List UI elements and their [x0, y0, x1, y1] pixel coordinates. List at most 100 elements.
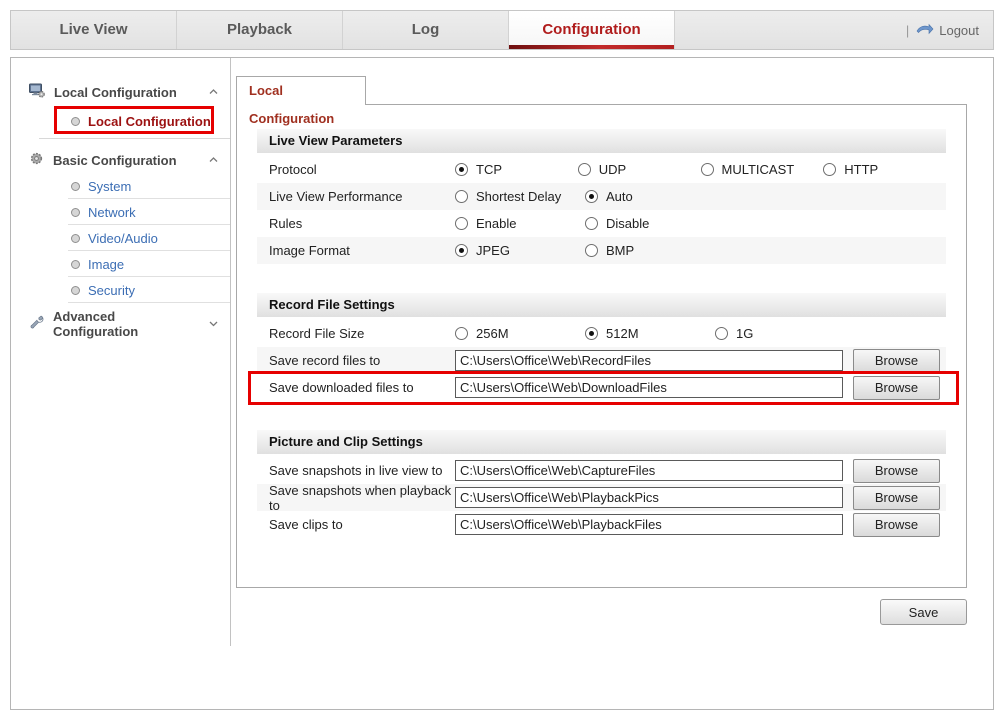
- radio-label: 256M: [476, 326, 509, 341]
- row-save-snapshots-live-view: Save snapshots in live view to Browse: [257, 457, 946, 484]
- logout-button[interactable]: Logout: [916, 23, 979, 38]
- main-content-box: Live View Parameters Protocol TCP UDP MU…: [236, 104, 967, 588]
- nav-right-area: | Logout: [906, 11, 993, 49]
- sidebar-item-label: Image: [88, 257, 124, 272]
- radio-label: HTTP: [844, 162, 878, 177]
- radio-icon[interactable]: [455, 163, 468, 176]
- logout-arrow-icon: [916, 23, 934, 38]
- capture-files-path-input[interactable]: [455, 460, 843, 481]
- playback-files-path-input[interactable]: [455, 514, 843, 535]
- radio-auto[interactable]: Auto: [585, 189, 715, 204]
- radio-icon[interactable]: [823, 163, 836, 176]
- row-label: Rules: [257, 216, 455, 231]
- playback-pics-path-input[interactable]: [455, 487, 843, 508]
- nav-tab-playback[interactable]: Playback: [177, 11, 343, 49]
- radio-disable[interactable]: Disable: [585, 216, 715, 231]
- radio-http[interactable]: HTTP: [823, 162, 946, 177]
- section-title: Picture and Clip Settings: [257, 430, 946, 454]
- radio-label: UDP: [599, 162, 626, 177]
- sidebar-item-security[interactable]: Security: [11, 277, 230, 303]
- bullet-icon: [71, 117, 80, 126]
- browse-capture-files-button[interactable]: Browse: [853, 459, 940, 483]
- radio-icon[interactable]: [455, 217, 468, 230]
- row-label: Save snapshots when playback to: [257, 483, 455, 513]
- sidebar-group-label: Local Configuration: [54, 85, 177, 100]
- save-button[interactable]: Save: [880, 599, 967, 625]
- radio-icon[interactable]: [585, 217, 598, 230]
- download-files-path-input[interactable]: [455, 377, 843, 398]
- radio-label: 512M: [606, 326, 639, 341]
- radio-label: BMP: [606, 243, 634, 258]
- row-save-clips: Save clips to Browse: [257, 511, 946, 538]
- radio-tcp[interactable]: TCP: [455, 162, 578, 177]
- sidebar-group-label: Advanced Configuration: [53, 309, 200, 339]
- bullet-icon: [71, 182, 80, 191]
- radio-1g[interactable]: 1G: [715, 326, 845, 341]
- radio-icon[interactable]: [585, 190, 598, 203]
- active-tab-underline: [509, 45, 674, 49]
- sidebar-group-basic-configuration[interactable]: Basic Configuration: [11, 147, 230, 173]
- sidebar-group-advanced-configuration[interactable]: Advanced Configuration: [11, 311, 230, 337]
- radio-icon[interactable]: [585, 244, 598, 257]
- chevron-up-icon: [209, 157, 218, 163]
- radio-icon[interactable]: [585, 327, 598, 340]
- chevron-up-icon: [209, 89, 218, 95]
- sidebar-item-local-configuration[interactable]: Local Configuration: [11, 107, 230, 135]
- bullet-icon: [71, 260, 80, 269]
- row-label: Save clips to: [257, 517, 455, 532]
- radio-label: Disable: [606, 216, 649, 231]
- row-label: Save snapshots in live view to: [257, 463, 455, 478]
- section-live-view-parameters: Live View Parameters Protocol TCP UDP MU…: [257, 129, 946, 264]
- radio-icon[interactable]: [578, 163, 591, 176]
- nav-tab-configuration[interactable]: Configuration: [509, 11, 675, 49]
- sidebar-item-label: Network: [88, 205, 136, 220]
- row-label: Save downloaded files to: [257, 380, 455, 395]
- monitor-gear-icon: [29, 83, 45, 101]
- radio-multicast[interactable]: MULTICAST: [701, 162, 824, 177]
- main-panel-tab-local-configuration[interactable]: Local Configuration: [236, 76, 366, 105]
- radio-label: Shortest Delay: [476, 189, 561, 204]
- bullet-icon: [71, 286, 80, 295]
- radio-icon[interactable]: [715, 327, 728, 340]
- browse-download-files-button[interactable]: Browse: [853, 376, 940, 400]
- bullet-icon: [71, 208, 80, 217]
- radio-label: TCP: [476, 162, 502, 177]
- browse-playback-pics-button[interactable]: Browse: [853, 486, 940, 510]
- chevron-down-icon: [209, 321, 218, 327]
- radio-icon[interactable]: [455, 190, 468, 203]
- nav-tab-live-view[interactable]: Live View: [11, 11, 177, 49]
- radio-enable[interactable]: Enable: [455, 216, 585, 231]
- nav-tab-log[interactable]: Log: [343, 11, 509, 49]
- radio-shortest-delay[interactable]: Shortest Delay: [455, 189, 585, 204]
- sidebar-group-local-configuration[interactable]: Local Configuration: [11, 79, 230, 105]
- radio-label: MULTICAST: [722, 162, 795, 177]
- sidebar-item-video-audio[interactable]: Video/Audio: [11, 225, 230, 251]
- radio-icon[interactable]: [455, 327, 468, 340]
- sidebar-item-system[interactable]: System: [11, 173, 230, 199]
- radio-label: Auto: [606, 189, 633, 204]
- sidebar-item-network[interactable]: Network: [11, 199, 230, 225]
- logout-label: Logout: [939, 23, 979, 38]
- record-files-path-input[interactable]: [455, 350, 843, 371]
- browse-record-files-button[interactable]: Browse: [853, 349, 940, 373]
- divider: [39, 138, 230, 139]
- radio-jpeg[interactable]: JPEG: [455, 243, 585, 258]
- sidebar-item-image[interactable]: Image: [11, 251, 230, 277]
- row-label: Protocol: [257, 162, 455, 177]
- radio-icon[interactable]: [701, 163, 714, 176]
- radio-udp[interactable]: UDP: [578, 162, 701, 177]
- sidebar: Local Configuration Local Configuration …: [11, 58, 231, 646]
- radio-bmp[interactable]: BMP: [585, 243, 715, 258]
- section-title: Record File Settings: [257, 293, 946, 317]
- row-save-snapshots-playback: Save snapshots when playback to Browse: [257, 484, 946, 511]
- radio-256m[interactable]: 256M: [455, 326, 585, 341]
- sidebar-item-label: Local Configuration: [88, 114, 211, 129]
- radio-512m[interactable]: 512M: [585, 326, 715, 341]
- content-frame: Local Configuration Local Configuration …: [10, 57, 994, 710]
- row-label: Image Format: [257, 243, 455, 258]
- top-nav-bar: Live View Playback Log Configuration | L…: [10, 10, 994, 50]
- sidebar-item-label: Video/Audio: [88, 231, 158, 246]
- row-record-file-size: Record File Size 256M 512M 1G: [257, 320, 946, 347]
- browse-playback-files-button[interactable]: Browse: [853, 513, 940, 537]
- radio-icon[interactable]: [455, 244, 468, 257]
